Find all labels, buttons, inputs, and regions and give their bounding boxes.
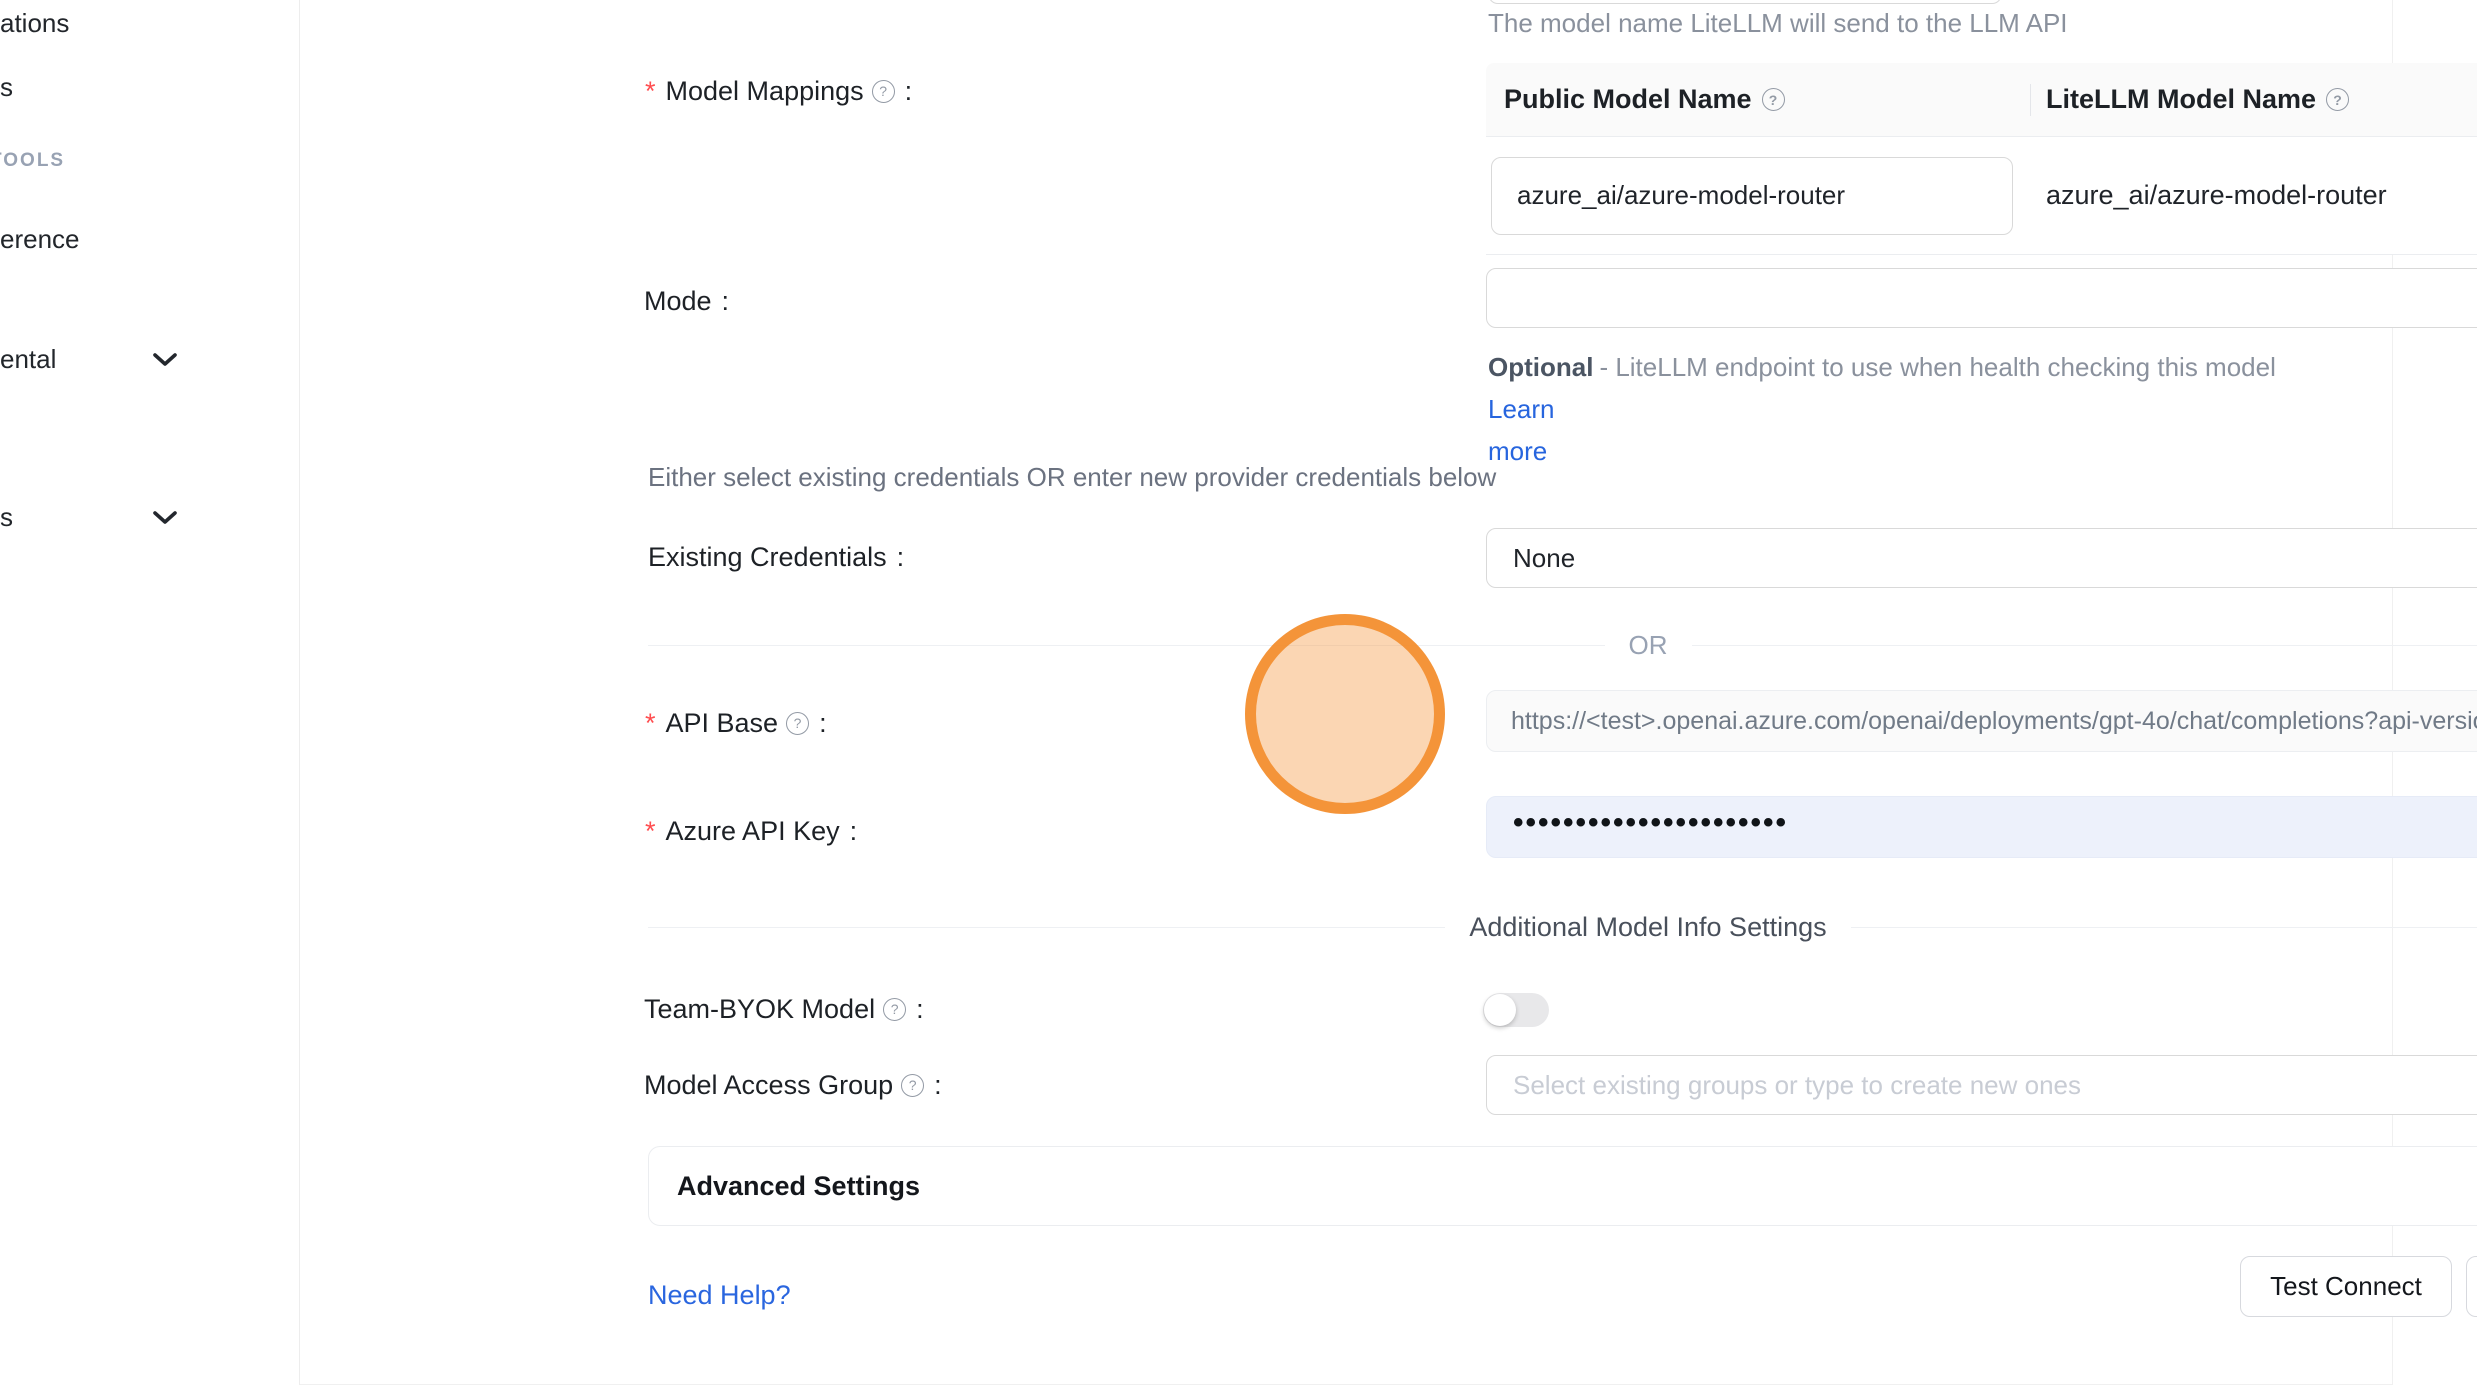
help-icon[interactable]: ? (901, 1074, 924, 1097)
learn-more-link[interactable]: more (1488, 430, 2348, 472)
mode-label: Mode : (644, 284, 729, 318)
mode-help-body: - LiteLLM endpoint to use when health ch… (1599, 352, 2275, 382)
add-model-page: ations s TOOLS erence ental s The model … (0, 0, 2477, 1385)
optional-tag: Optional (1488, 352, 1593, 382)
mode-select[interactable] (1486, 268, 2477, 328)
public-model-name-input[interactable]: azure_ai/azure-model-router (1491, 157, 2013, 235)
existing-credentials-value: None (1487, 543, 1575, 574)
divider-line (648, 645, 1605, 646)
table-row: azure_ai/azure-model-router azure_ai/azu… (1486, 137, 2477, 255)
help-icon[interactable]: ? (786, 712, 809, 735)
header-text: Public Model Name (1504, 84, 1752, 115)
model-mappings-label: * Model Mappings ? : (645, 74, 912, 108)
additional-settings-divider: Additional Model Info Settings (648, 909, 2477, 945)
help-icon[interactable]: ? (1762, 88, 1785, 111)
or-divider-text: OR (1605, 630, 1692, 661)
team-byok-label-text: Team-BYOK Model (644, 992, 875, 1026)
existing-credentials-label: Existing Credentials : (648, 540, 904, 574)
advanced-settings-title: Advanced Settings (677, 1171, 2477, 1202)
api-base-label-text: API Base (666, 706, 779, 740)
model-access-group-label-text: Model Access Group (644, 1068, 893, 1102)
model-name-note: The model name LiteLLM will send to the … (1488, 8, 2068, 39)
existing-credentials-label-text: Existing Credentials (648, 540, 887, 574)
colon: : (850, 814, 858, 848)
toggle-knob (1484, 994, 1516, 1026)
sidebar-item-clipped-5[interactable]: s (0, 502, 13, 533)
divider-line (1851, 927, 2477, 928)
mode-help-text: Optional- LiteLLM endpoint to use when h… (1488, 346, 2348, 472)
sidebar-item-clipped-3[interactable]: erence (0, 224, 80, 255)
colon: : (722, 284, 730, 318)
sidebar-item-clipped-4[interactable]: ental (0, 344, 56, 375)
chevron-down-icon[interactable] (152, 510, 178, 526)
sidebar: ations s TOOLS erence ental s (0, 0, 300, 1385)
help-icon[interactable]: ? (2326, 88, 2349, 111)
colon: : (897, 540, 905, 574)
table-header-litellm-model-name: LiteLLM Model Name ? (2030, 84, 2477, 115)
sidebar-section-tools: TOOLS (0, 150, 65, 172)
team-byok-label: Team-BYOK Model ? : (644, 992, 924, 1026)
litellm-model-name-value: azure_ai/azure-model-router (2030, 180, 2477, 211)
mode-label-text: Mode (644, 284, 712, 318)
api-base-label: * API Base ? : (645, 706, 827, 740)
required-mark: * (645, 814, 656, 848)
azure-api-key-label-text: Azure API Key (666, 814, 840, 848)
sidebar-item-clipped-1[interactable]: ations (0, 8, 69, 39)
help-icon[interactable]: ? (883, 998, 906, 1021)
api-base-input[interactable]: https://<test>.openai.azure.com/openai/d… (1486, 690, 2477, 752)
sidebar-item-clipped-2[interactable]: s (0, 72, 13, 103)
colon: : (934, 1068, 942, 1102)
table-header-public-model-name: Public Model Name ? (1486, 84, 2030, 115)
table-header-row: Public Model Name ? LiteLLM Model Name ? (1486, 63, 2477, 137)
azure-api-key-label: * Azure API Key : (645, 814, 857, 848)
add-model-form-card: The model name LiteLLM will send to the … (300, 0, 2393, 1385)
column-divider (2030, 84, 2031, 116)
colon: : (905, 74, 913, 108)
header-text: LiteLLM Model Name (2046, 84, 2316, 115)
advanced-settings-panel[interactable]: Advanced Settings (648, 1146, 2477, 1226)
required-mark: * (645, 74, 656, 108)
or-divider: OR (648, 627, 2477, 663)
chevron-down-icon[interactable] (152, 352, 178, 368)
clipped-input-above[interactable] (1488, 0, 2002, 4)
azure-api-key-input[interactable]: •••••••••••••••••••••• (1486, 796, 2477, 858)
colon: : (819, 706, 827, 740)
divider-line (1692, 645, 2477, 646)
masked-api-key: •••••••••••••••••••••• (1513, 813, 2477, 833)
divider-line (648, 927, 1445, 928)
existing-credentials-select[interactable]: None (1486, 528, 2477, 588)
model-access-group-label: Model Access Group ? : (644, 1068, 942, 1102)
help-icon[interactable]: ? (872, 80, 895, 103)
learn-more-link[interactable]: Learn (1488, 394, 1555, 424)
colon: : (916, 992, 924, 1026)
credentials-note: Either select existing credentials OR en… (648, 462, 1496, 493)
model-access-group-select[interactable]: Select existing groups or type to create… (1486, 1055, 2477, 1115)
model-mappings-label-text: Model Mappings (666, 74, 864, 108)
model-mappings-table: Public Model Name ? LiteLLM Model Name ?… (1486, 63, 2477, 255)
required-mark: * (645, 706, 656, 740)
additional-settings-divider-text: Additional Model Info Settings (1445, 912, 1850, 943)
need-help-link[interactable]: Need Help? (648, 1280, 791, 1311)
test-connect-button[interactable]: Test Connect (2240, 1256, 2452, 1317)
model-access-group-placeholder: Select existing groups or type to create… (1487, 1070, 2081, 1101)
team-byok-toggle[interactable] (1483, 993, 1549, 1027)
add-model-button[interactable]: Add Model (2466, 1256, 2477, 1317)
